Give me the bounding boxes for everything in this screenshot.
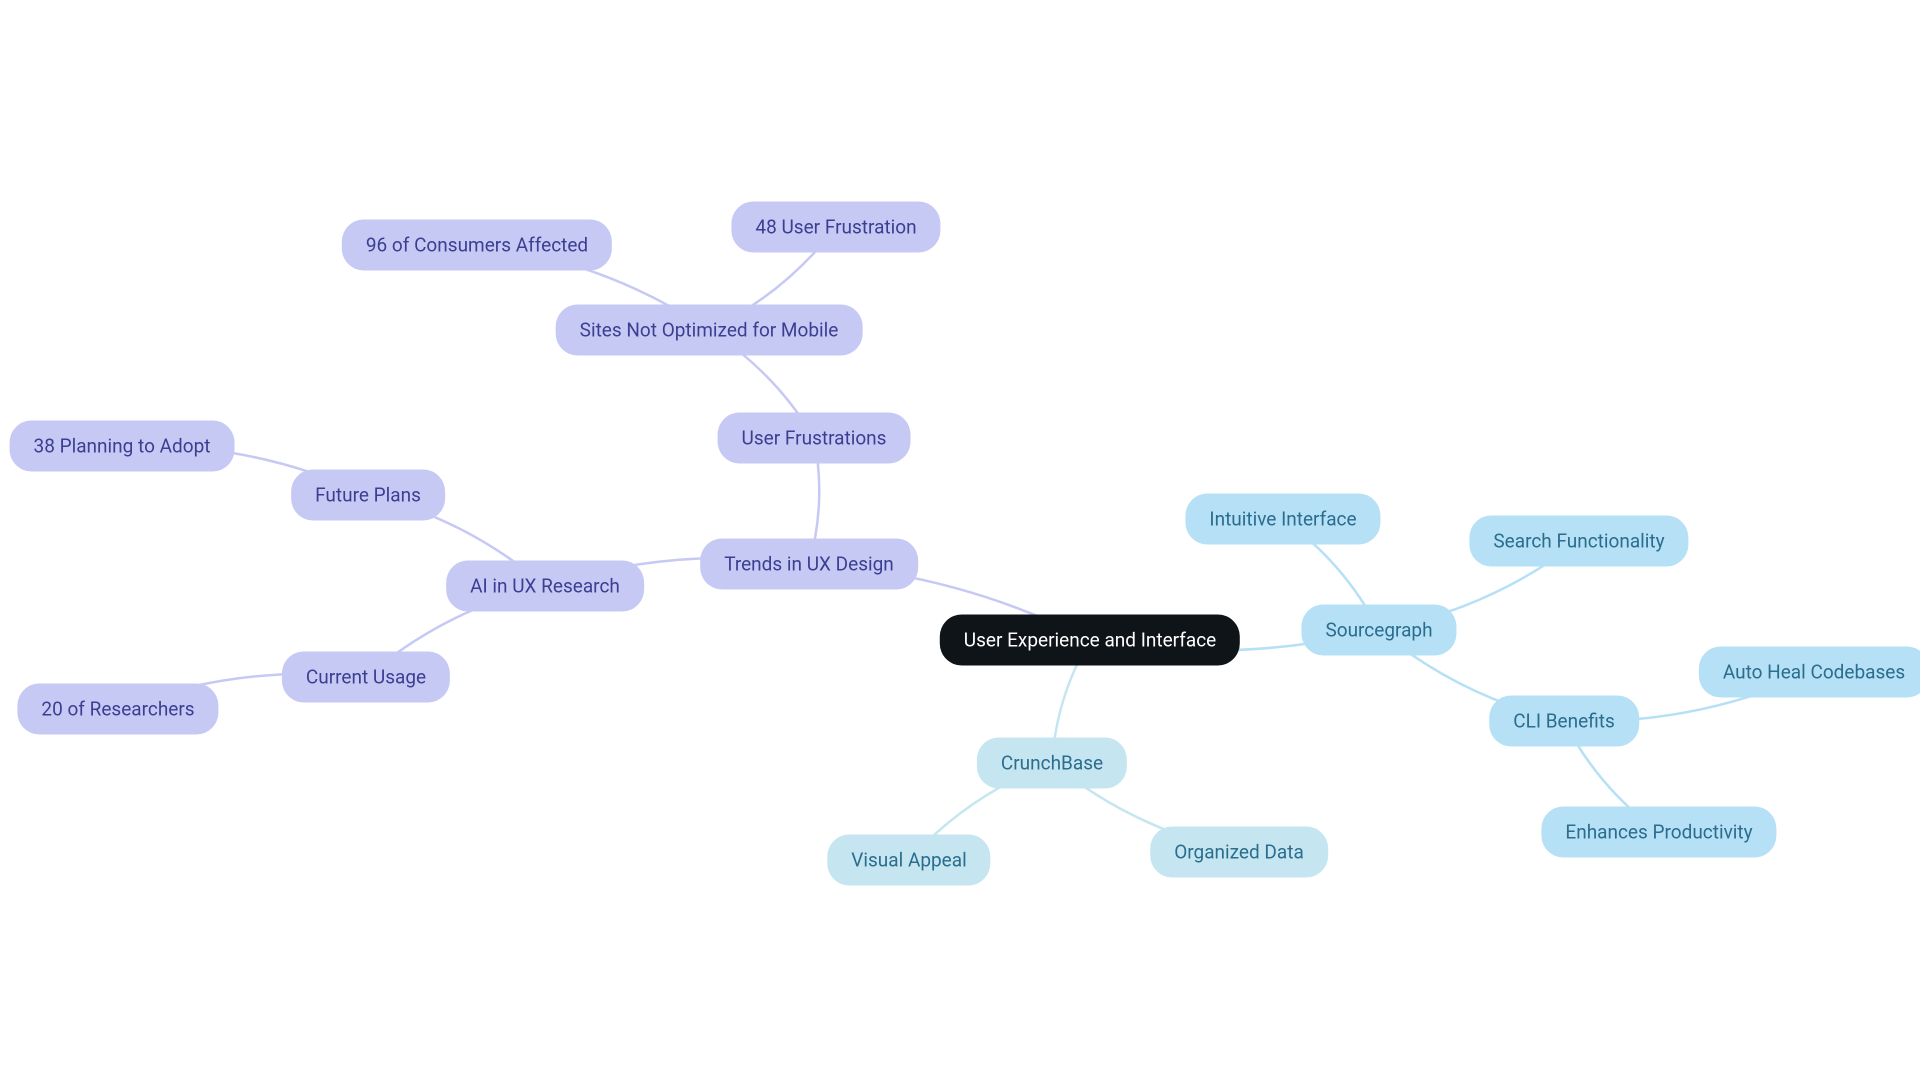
node-48frust[interactable]: 48 User Frustration xyxy=(731,202,940,253)
node-38plan[interactable]: 38 Planning to Adopt xyxy=(10,421,235,472)
node-visualappeal[interactable]: Visual Appeal xyxy=(827,835,990,886)
node-currentusage[interactable]: Current Usage xyxy=(282,652,450,703)
node-trends[interactable]: Trends in UX Design xyxy=(700,539,918,590)
node-root[interactable]: User Experience and Interface xyxy=(940,615,1240,666)
node-intuitive[interactable]: Intuitive Interface xyxy=(1185,494,1380,545)
node-sourcegraph[interactable]: Sourcegraph xyxy=(1301,605,1456,656)
node-autoheal[interactable]: Auto Heal Codebases xyxy=(1699,647,1920,698)
node-clibenefits[interactable]: CLI Benefits xyxy=(1489,696,1639,747)
node-frustrations[interactable]: User Frustrations xyxy=(718,413,911,464)
node-searchfn[interactable]: Search Functionality xyxy=(1469,516,1688,567)
node-aiux[interactable]: AI in UX Research xyxy=(446,561,644,612)
node-futureplans[interactable]: Future Plans xyxy=(291,470,445,521)
node-notoptimized[interactable]: Sites Not Optimized for Mobile xyxy=(556,305,863,356)
node-20res[interactable]: 20 of Researchers xyxy=(17,684,218,735)
node-96cons[interactable]: 96 of Consumers Affected xyxy=(342,220,612,271)
mindmap-canvas[interactable]: User Experience and Interface Trends in U… xyxy=(0,0,1920,1083)
node-enhancesprod[interactable]: Enhances Productivity xyxy=(1541,807,1776,858)
node-organizeddata[interactable]: Organized Data xyxy=(1150,827,1328,878)
node-crunchbase[interactable]: CrunchBase xyxy=(977,738,1127,789)
